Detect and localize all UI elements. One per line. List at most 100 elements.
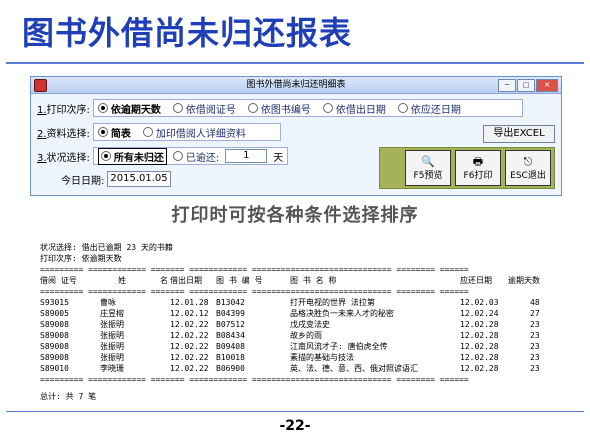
radio-order-due-date[interactable]: 依应还日期 <box>397 101 461 116</box>
table-row: S89010 李晓珊 12.02.22 B06900 英、法、德、意、西、俄对照谚语汇 1… <box>40 363 540 374</box>
cell-borrower-name: 庄昱榕 <box>100 309 124 318</box>
app-icon <box>34 79 47 92</box>
cell-due-date: 12.02.28 <box>460 364 499 373</box>
cell-due-date: 12.02.28 <box>460 331 499 340</box>
cell-card-id: S89008 <box>40 331 69 340</box>
cell-overdue-days: 23 <box>530 353 540 362</box>
cell-card-id: S89008 <box>40 320 69 329</box>
status-select-options: 所有未归还 已逾还: 1 天 <box>92 147 289 165</box>
radio-brief[interactable]: 简表 <box>97 125 131 140</box>
cell-book-title: 江南风流才子: 唐伯虎全传 <box>290 342 388 351</box>
table-row: S89008 张振明 12.02.22 B10018 素描的基础与技法 12.02.28 2… <box>40 352 540 363</box>
cell-lend-date: 12.02.22 <box>170 320 209 329</box>
col-header-lend-date: 借出日期 <box>170 276 202 285</box>
radio-overdue[interactable]: 已逾还: <box>172 149 219 164</box>
cell-borrower-name: 张振明 <box>100 331 124 340</box>
cell-due-date: 12.02.03 <box>460 298 499 307</box>
overdue-days-input[interactable]: 1 <box>225 149 268 163</box>
cell-overdue-days: 23 <box>530 320 540 329</box>
cell-lend-date: 12.02.22 <box>170 342 209 351</box>
preview-button[interactable]: 🔍 F5预览 <box>405 150 451 186</box>
cell-overdue-days: 23 <box>530 342 540 351</box>
table-row: S89008 张振明 12.02.22 B09408 江南风流才子: 唐伯虎全传 12.0… <box>40 341 540 352</box>
window-titlebar[interactable]: 图书外借尚未归还明细表 ─ □ ✕ <box>31 77 561 94</box>
report-status-line: 状况选择: 借出已逾期 23 天的书籍 <box>40 243 173 252</box>
col-header-book-id: 图 书 编 号 <box>216 276 263 285</box>
cell-card-id: S89008 <box>40 353 69 362</box>
slide-caption: 打印时可按各种条件选择排序 <box>171 205 419 226</box>
minimize-button[interactable]: ─ <box>498 79 516 92</box>
radio-all-unreturned[interactable]: 所有未归还 <box>97 147 167 165</box>
cell-overdue-days: 27 <box>530 309 540 318</box>
exit-icon: ⎋ <box>523 154 533 168</box>
radio-borrower-details[interactable]: 加印借阅人详细资料 <box>142 125 246 140</box>
cell-book-title: 英、法、德、意、西、俄对照谚语汇 <box>290 364 418 373</box>
cell-borrower-name: 李晓珊 <box>100 364 124 373</box>
cell-lend-date: 12.01.28 <box>170 298 209 307</box>
cell-due-date: 12.02.28 <box>460 353 499 362</box>
title-divider <box>6 62 584 64</box>
cell-overdue-days: 48 <box>530 298 540 307</box>
cell-book-id: B09408 <box>216 342 245 351</box>
cell-book-id: B08434 <box>216 331 245 340</box>
col-header-due-date: 应还日期 <box>460 276 492 285</box>
report-header-row: 借阅 证号 姓 名 借出日期 图 书 编 号 图 书 名 称 应还日期 逾期天数 <box>40 275 540 286</box>
data-select-row: 2.资料选择: 简表 加印借阅人详细资料 <box>37 123 281 141</box>
cell-lend-date: 12.02.22 <box>170 364 209 373</box>
cell-book-id: B10018 <box>216 353 245 362</box>
cell-book-id: B07512 <box>216 320 245 329</box>
report-separator-top: ========= ============ ======= =========… <box>40 265 469 274</box>
cell-due-date: 12.02.28 <box>460 320 499 329</box>
cell-book-title: 打开电视的世界 法拉第 <box>290 298 375 307</box>
cell-lend-date: 12.02.22 <box>170 331 209 340</box>
status-select-label: 3.状况选择: <box>37 152 90 164</box>
cell-overdue-days: 23 <box>530 364 540 373</box>
print-order-label: 1.打印次序: <box>37 104 90 116</box>
cell-book-title: 品格决胜负一未来人才的秘密 <box>290 309 394 318</box>
radio-order-card[interactable]: 依借阅证号 <box>172 101 236 116</box>
col-header-book-title: 图 书 名 称 <box>290 276 337 285</box>
slide-title: 图书外借尚未归还报表 <box>22 14 353 52</box>
print-order-row: 1.打印次序: 依逾期天数 依借阅证号 依图书编号 依借出日期 依应还日期 <box>37 99 523 117</box>
printed-report: 状况选择: 借出已逾期 23 天的书籍 打印次序: 依逾期天数 ========… <box>40 242 540 402</box>
col-header-surname: 姓 <box>118 276 126 285</box>
radio-order-lend-date[interactable]: 依借出日期 <box>322 101 386 116</box>
data-select-options: 简表 加印借阅人详细资料 <box>92 123 281 141</box>
cell-card-id: S89005 <box>40 309 69 318</box>
window-title: 图书外借尚未归还明细表 <box>246 80 346 90</box>
print-button[interactable]: 🖶 F6打印 <box>455 150 501 186</box>
report-separator-mid: ========= ============ ======= =========… <box>40 287 469 296</box>
col-header-card: 借阅 证号 <box>40 276 77 285</box>
today-label: 今日日期: <box>61 175 105 187</box>
cell-book-title: 戊戌变法史 <box>290 320 330 329</box>
cell-due-date: 12.02.24 <box>460 309 499 318</box>
today-row: 今日日期: 2015.01.05 <box>61 171 172 187</box>
printer-icon: 🖶 <box>472 154 484 168</box>
status-select-row: 3.状况选择: 所有未归还 已逾还: 1 天 <box>37 147 289 165</box>
radio-order-book[interactable]: 依图书编号 <box>247 101 311 116</box>
exit-button[interactable]: ⎋ ESC退出 <box>505 150 551 186</box>
preview-icon: 🔍 <box>421 154 435 168</box>
table-row: S89005 庄昱榕 12.02.12 B04399 品格决胜负一未来人才的秘密 12.0… <box>40 308 540 319</box>
close-button[interactable]: ✕ <box>536 79 558 92</box>
table-row: S89008 张振明 12.02.22 B07512 戊戌变法史 12.02.28 23 <box>40 319 540 330</box>
print-order-options: 依逾期天数 依借阅证号 依图书编号 依借出日期 依应还日期 <box>92 99 523 117</box>
cell-card-id: S89010 <box>40 364 69 373</box>
data-select-label: 2.资料选择: <box>37 128 90 140</box>
report-separator-bottom: ========= ============ ======= =========… <box>40 375 469 384</box>
cell-borrower-name: 张振明 <box>100 342 124 351</box>
cell-borrower-name: 张振明 <box>100 320 124 329</box>
export-excel-button[interactable]: 导出EXCEL <box>483 125 555 143</box>
cell-overdue-days: 23 <box>530 331 540 340</box>
cell-book-title: 素描的基础与技法 <box>290 353 354 362</box>
cell-due-date: 12.02.28 <box>460 342 499 351</box>
action-button-panel: 🔍 F5预览 🖶 F6打印 ⎋ ESC退出 <box>379 147 555 189</box>
today-date-input[interactable]: 2015.01.05 <box>107 171 172 187</box>
col-header-name: 名 <box>160 276 168 285</box>
table-row: S89008 张振明 12.02.22 B08434 故乡的雨 12.02.28 23 <box>40 330 540 341</box>
radio-order-overdue[interactable]: 依逾期天数 <box>97 101 161 116</box>
table-row: S93015 曹咏 12.01.28 B13042 打开电视的世界 法拉第 12.02.0… <box>40 297 540 308</box>
cell-card-id: S89008 <box>40 342 69 351</box>
cell-lend-date: 12.02.12 <box>170 309 209 318</box>
maximize-button[interactable]: □ <box>517 79 535 92</box>
